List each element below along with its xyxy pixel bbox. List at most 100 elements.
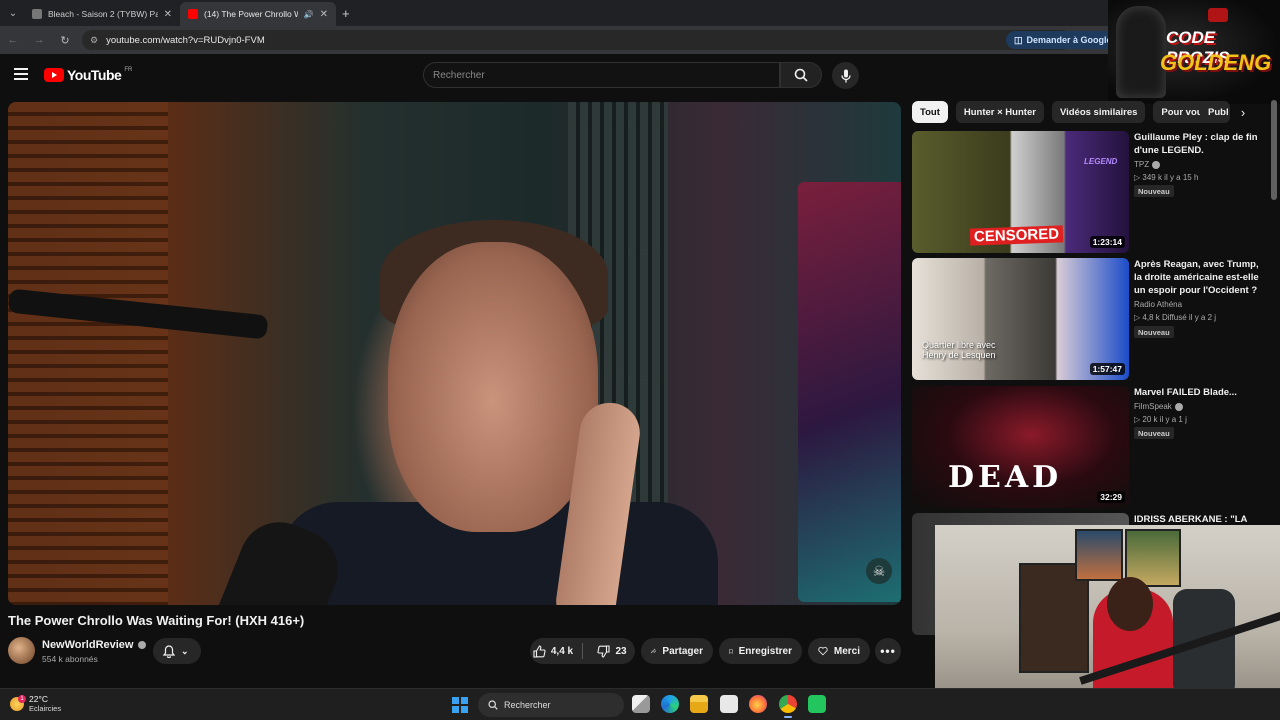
dislike-button[interactable]: 23 <box>589 638 635 664</box>
logo-silhouette <box>1116 6 1166 98</box>
chevron-down-icon: ⌄ <box>181 645 189 656</box>
thanks-label: Merci <box>833 645 860 657</box>
youtube-header: YouTube FR Rechercher <box>0 54 1280 98</box>
like-button[interactable]: 4,4 k <box>530 638 576 664</box>
recommendation-title[interactable]: Après Reagan, avec Trump, la droite amér… <box>1134 258 1262 297</box>
channel-name-text: Radio Athéna <box>1134 300 1183 309</box>
new-tab-button[interactable]: + <box>342 6 350 21</box>
video-player[interactable]: ☠ <box>8 102 901 605</box>
chip-similar-videos[interactable]: Vidéos similaires <box>1051 101 1146 123</box>
background-panel <box>8 102 168 605</box>
background-poster <box>798 182 901 602</box>
share-label: Partager <box>662 645 703 657</box>
address-bar[interactable]: ⚙ youtube.com/watch?v=RUDvjn0-FVM <box>82 30 1072 50</box>
youtube-logo[interactable]: YouTube FR <box>44 67 132 83</box>
store-icon[interactable] <box>720 695 738 713</box>
recommendation-item[interactable]: Quartier libre avec Henry de Lesquen 1:57… <box>912 258 1272 380</box>
search-icon <box>488 700 498 710</box>
back-arrow-icon[interactable]: ← <box>0 34 26 46</box>
edge-icon[interactable] <box>661 695 679 713</box>
notification-bell-button[interactable]: ⌄ <box>153 638 201 664</box>
windows-start-icon[interactable] <box>452 697 468 713</box>
weather-description: Eclaircies <box>29 704 62 713</box>
weather-temperature: 22°C <box>29 694 48 704</box>
voice-search-button[interactable] <box>832 62 859 89</box>
logo-text: YouTube <box>67 67 122 83</box>
firefox-icon[interactable] <box>749 695 767 713</box>
presenter-face <box>388 242 598 532</box>
close-tab-icon[interactable]: ✕ <box>320 9 328 20</box>
menu-icon[interactable] <box>14 68 28 80</box>
video-thumbnail[interactable]: LEGEND CENSORED 1:23:14 <box>912 131 1129 253</box>
video-title: The Power Chrollo Was Waiting For! (HXH … <box>8 613 305 628</box>
divider <box>582 643 583 659</box>
weather-widget[interactable]: 1 22°C Eclaircies <box>10 694 61 714</box>
site-info-icon[interactable]: ⚙ <box>90 35 98 46</box>
share-button[interactable]: Partager <box>641 638 713 664</box>
webcam-poster <box>1075 529 1123 581</box>
tab-youtube[interactable]: (14) The Power Chrollo Was 🔊 ✕ <box>180 2 336 26</box>
forward-arrow-icon[interactable]: → <box>26 34 52 46</box>
taskbar-search-label: Rechercher <box>504 700 551 710</box>
recommendation-item[interactable]: DEAD 32:29 Marvel FAILED Blade... FilmSp… <box>912 386 1272 508</box>
speaker-icon[interactable]: 🔊 <box>304 10 314 19</box>
reload-icon[interactable]: ↻ <box>52 34 78 47</box>
close-tab-icon[interactable]: ✕ <box>164 9 172 20</box>
thumbnail-text: DEAD <box>948 460 1063 495</box>
channel-name[interactable]: NewWorldReview <box>42 639 146 651</box>
skull-icon: ☠ <box>866 558 892 584</box>
xbox-icon[interactable] <box>808 695 826 713</box>
verified-icon <box>1152 160 1161 169</box>
chrome-icon[interactable] <box>779 695 797 718</box>
chip-clipped[interactable]: Publ <box>1200 101 1230 123</box>
search-button[interactable] <box>780 62 822 88</box>
thumbnail-line: Henry de Lesquen <box>922 350 996 360</box>
page-icon <box>32 9 42 19</box>
task-view-icon[interactable] <box>632 695 650 713</box>
chip-all[interactable]: Tout <box>912 101 948 123</box>
channel-name-text: NewWorldReview <box>42 639 134 651</box>
video-duration: 1:23:14 <box>1089 236 1125 248</box>
recommendation-title[interactable]: Guillaume Pley : clap de fin d'une LEGEN… <box>1134 131 1262 157</box>
more-actions-button[interactable]: ••• <box>875 638 901 664</box>
ask-google-label: Demander à Google <box>1026 35 1112 45</box>
streamer-head <box>1107 577 1153 631</box>
recommendation-channel[interactable]: FilmSpeak <box>1134 402 1183 411</box>
like-dislike-group: 4,4 k 23 <box>530 638 635 664</box>
video-thumbnail[interactable]: DEAD 32:29 <box>912 386 1129 508</box>
ask-google-button[interactable]: ◫ Demander à Google <box>1006 31 1120 49</box>
more-horizontal-icon: ••• <box>880 644 896 658</box>
recommendation-meta: ▷ 4,8 k Diffusé il y a 2 j <box>1134 313 1217 322</box>
recommendation-item[interactable]: LEGEND CENSORED 1:23:14 Guillaume Pley :… <box>912 131 1272 253</box>
search-input[interactable]: Rechercher <box>423 62 780 88</box>
subscriber-count: 554 k abonnés <box>42 654 98 664</box>
streamer-overlay-logo: CODE PROZIS GOLDENG <box>1108 0 1280 104</box>
thumbnail-text: Quartier libre avec Henry de Lesquen <box>922 340 996 360</box>
video-thumbnail[interactable]: Quartier libre avec Henry de Lesquen 1:57… <box>912 258 1129 380</box>
recommendation-title[interactable]: Marvel FAILED Blade... <box>1134 386 1262 399</box>
video-duration: 1:57:47 <box>1089 363 1125 375</box>
taskbar-search[interactable]: Rechercher <box>478 693 624 717</box>
new-badge: Nouveau <box>1134 427 1174 439</box>
thumbs-up-icon <box>533 644 546 658</box>
channel-name-text: FilmSpeak <box>1134 402 1172 411</box>
tab-bleach[interactable]: Bleach - Saison 2 (TYBW) Partie ✕ <box>24 2 180 26</box>
thumbnail-line: Quartier libre avec <box>922 340 996 350</box>
notification-badge: 1 <box>18 695 26 703</box>
dislike-count: 23 <box>615 645 627 657</box>
browser-toolbar: ← → ↻ ⚙ youtube.com/watch?v=RUDvjn0-FVM … <box>0 26 1280 54</box>
youtube-icon <box>188 9 198 19</box>
thumbnail-text: LEGEND <box>1084 157 1118 166</box>
channel-avatar[interactable] <box>8 637 35 664</box>
thanks-button[interactable]: Merci <box>808 638 870 664</box>
file-explorer-icon[interactable] <box>690 695 708 713</box>
chevron-right-icon[interactable]: › <box>1232 101 1254 123</box>
recommendation-channel[interactable]: Radio Athéna <box>1134 300 1182 309</box>
tab-search-icon[interactable]: ⌄ <box>2 2 24 24</box>
video-duration: 32:29 <box>1097 491 1125 503</box>
save-button[interactable]: Enregistrer <box>719 638 802 664</box>
heart-dollar-icon <box>818 646 828 656</box>
chip-hunter-x-hunter[interactable]: Hunter × Hunter <box>955 101 1044 123</box>
browser-tab-strip: ⌄ Bleach - Saison 2 (TYBW) Partie ✕ (14)… <box>0 0 1280 26</box>
recommendation-channel[interactable]: TPZ <box>1134 160 1161 169</box>
